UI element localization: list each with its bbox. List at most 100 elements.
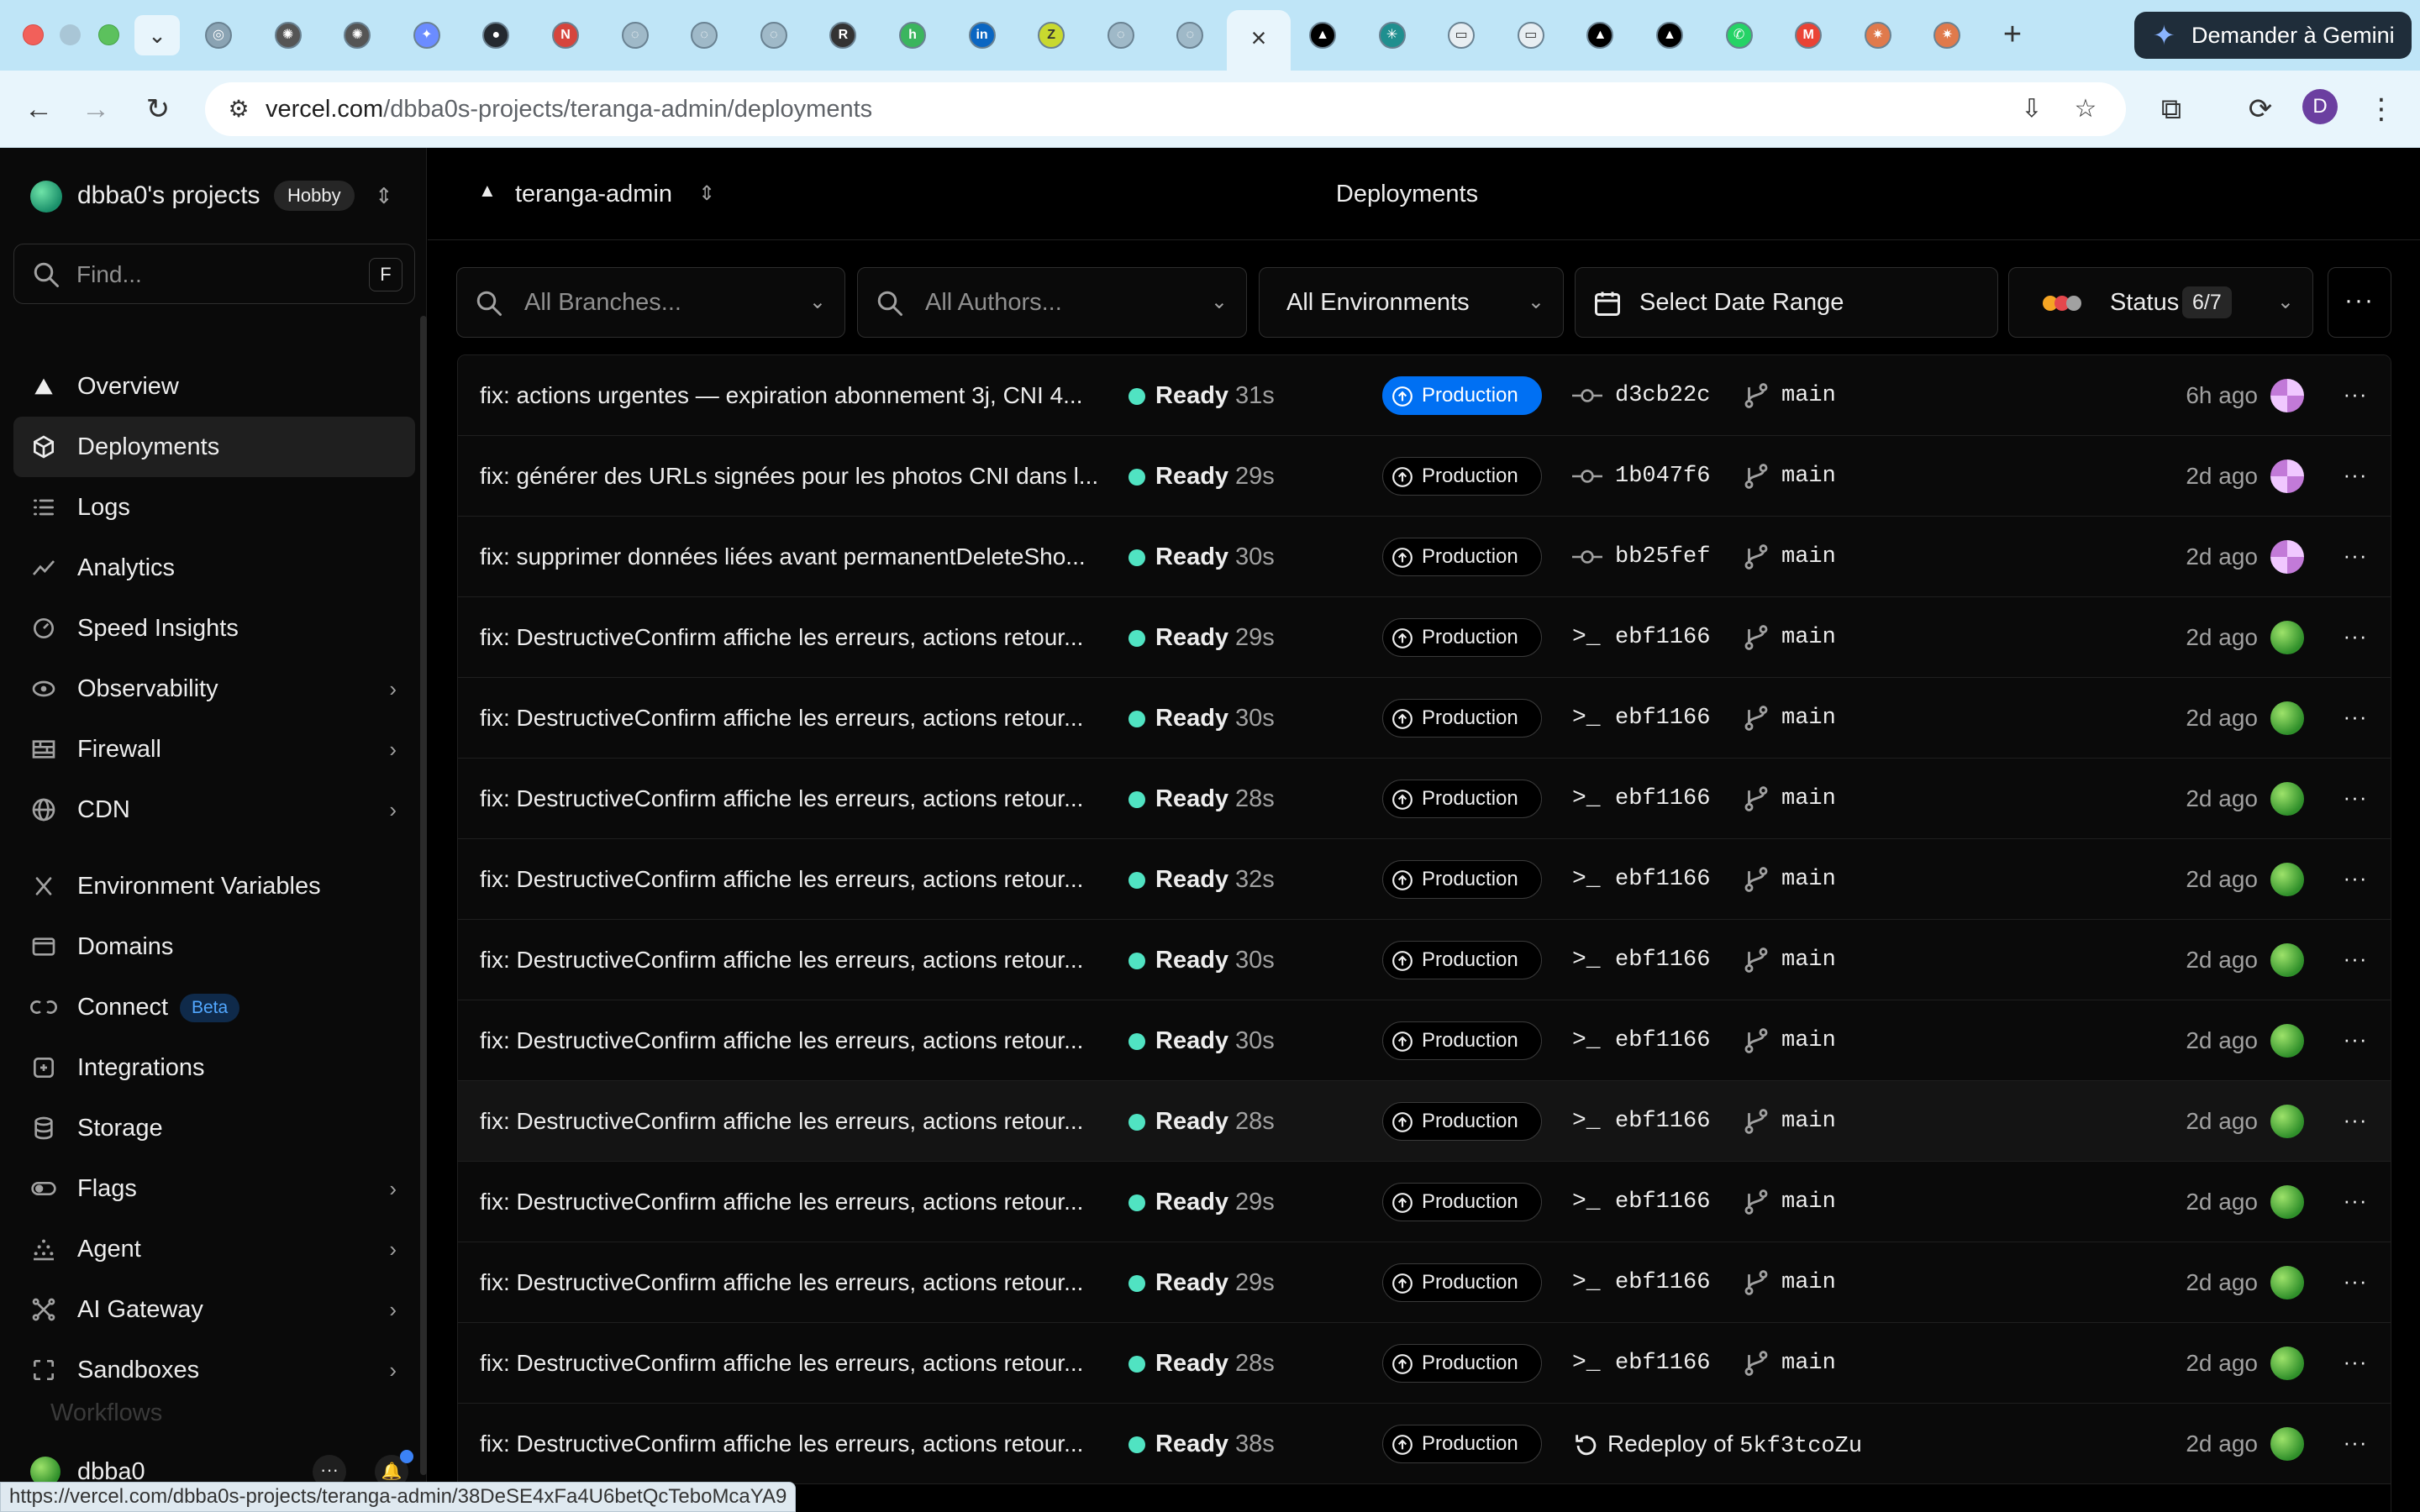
author-avatar[interactable] xyxy=(2270,782,2304,816)
tab-z-icon[interactable]: Z xyxy=(1038,22,1065,49)
team-switcher[interactable]: dbba0's projects Hobby ⇕ xyxy=(30,173,408,218)
sidebar-scrollbar[interactable] xyxy=(420,316,427,1475)
active-tab-close-icon[interactable]: × xyxy=(1227,10,1291,71)
author-avatar[interactable] xyxy=(2270,1185,2304,1219)
branch-name[interactable]: main xyxy=(1781,839,1836,920)
commit-sha[interactable]: ebf1166 xyxy=(1615,920,1710,1000)
tab-compass-icon[interactable]: ◌ xyxy=(1107,22,1134,49)
install-app-icon[interactable]: ⇩ xyxy=(2012,89,2052,129)
sidebar-item-storage[interactable]: Storage xyxy=(13,1098,415,1158)
address-bar[interactable]: ⚙ vercel.com/dbba0s-projects/teranga-adm… xyxy=(205,82,2126,136)
tab-h-icon[interactable]: h xyxy=(899,22,926,49)
tab-whatsapp-icon[interactable]: ✆ xyxy=(1725,22,1753,49)
tab-doc-icon[interactable]: ▭ xyxy=(1517,22,1544,49)
close-window-button[interactable] xyxy=(23,24,44,45)
tab-search-chevron-icon[interactable]: ⌄ xyxy=(134,15,180,55)
tab-r-icon[interactable]: R xyxy=(829,22,857,49)
row-more-icon[interactable]: ··· xyxy=(2337,700,2374,737)
commit-sha[interactable]: ebf1166 xyxy=(1615,839,1710,920)
tab-vercel-icon[interactable]: ▲ xyxy=(1586,22,1614,49)
deployment-row[interactable]: fix: DestructiveConfirm affiche les erre… xyxy=(458,1162,2391,1242)
project-switch-chevron-icon[interactable]: ⇕ xyxy=(698,148,715,240)
deployment-message[interactable]: fix: DestructiveConfirm affiche les erre… xyxy=(480,1404,1102,1484)
commit-sha[interactable]: ebf1166 xyxy=(1615,1162,1710,1242)
commit-sha[interactable]: ebf1166 xyxy=(1615,1323,1710,1404)
environment-filter[interactable]: All Environments ⌄ xyxy=(1259,267,1564,338)
branch-name[interactable]: main xyxy=(1781,436,1836,517)
tab-gmail-icon[interactable]: M xyxy=(1795,22,1823,49)
tab-n-icon[interactable]: N xyxy=(552,22,579,49)
sidebar-item-cdn[interactable]: CDN › xyxy=(13,780,415,840)
tab-linkedin-icon[interactable]: in xyxy=(968,22,996,49)
environment-badge[interactable]: Production xyxy=(1382,1183,1542,1221)
row-more-icon[interactable]: ··· xyxy=(2337,458,2374,495)
maximize-window-button[interactable] xyxy=(98,24,119,45)
deployment-message[interactable]: fix: DestructiveConfirm affiche les erre… xyxy=(480,920,1102,1000)
environment-badge[interactable]: Production xyxy=(1382,780,1542,818)
deployment-row[interactable]: fix: générer des URLs signées pour les p… xyxy=(458,436,2391,517)
more-options-button[interactable]: ··· xyxy=(2328,267,2391,338)
environment-badge[interactable]: Production xyxy=(1382,941,1542,979)
deployment-row[interactable]: fix: DestructiveConfirm affiche les erre… xyxy=(458,1242,2391,1323)
sidebar-item-agent[interactable]: Agent › xyxy=(13,1219,415,1279)
branches-filter[interactable]: All Branches... ⌄ xyxy=(456,267,845,338)
branch-name[interactable]: main xyxy=(1781,597,1836,678)
environment-badge[interactable]: Production xyxy=(1382,1021,1542,1060)
author-avatar[interactable] xyxy=(2270,1347,2304,1380)
deployment-row[interactable]: fix: supprimer données liées avant perma… xyxy=(458,517,2391,597)
environment-badge[interactable]: Production xyxy=(1382,376,1542,415)
row-more-icon[interactable]: ··· xyxy=(2337,1022,2374,1059)
deployment-message[interactable]: fix: générer des URLs signées pour les p… xyxy=(480,436,1102,517)
deployment-row[interactable]: fix: DestructiveConfirm affiche les erre… xyxy=(458,839,2391,920)
tab-claude-icon[interactable]: ✷ xyxy=(1933,22,1961,49)
deployment-row[interactable]: fix: DestructiveConfirm affiche les erre… xyxy=(458,1404,2391,1484)
minimize-window-button[interactable] xyxy=(60,24,81,45)
sidebar-item-ai-gateway[interactable]: AI Gateway › xyxy=(13,1279,415,1340)
environment-badge[interactable]: Production xyxy=(1382,618,1542,657)
project-name[interactable]: teranga-admin xyxy=(515,148,672,240)
sidebar-item-firewall[interactable]: Firewall › xyxy=(13,719,415,780)
tab-doc-icon[interactable]: ▭ xyxy=(1448,22,1476,49)
chevron-updown-icon[interactable]: ⇕ xyxy=(375,173,393,218)
deployment-row[interactable]: fix: DestructiveConfirm affiche les erre… xyxy=(458,678,2391,759)
row-more-icon[interactable]: ··· xyxy=(2337,1184,2374,1221)
tab-perplexity-icon[interactable]: ✳ xyxy=(1378,22,1406,49)
author-avatar[interactable] xyxy=(2270,621,2304,654)
deployment-message[interactable]: fix: DestructiveConfirm affiche les erre… xyxy=(480,1323,1102,1404)
row-more-icon[interactable]: ··· xyxy=(2337,861,2374,898)
deployment-message[interactable]: fix: actions urgentes — expiration abonn… xyxy=(480,355,1102,436)
row-more-icon[interactable]: ··· xyxy=(2337,1425,2374,1462)
environment-badge[interactable]: Production xyxy=(1382,1263,1542,1302)
deployment-row[interactable]: fix: DestructiveConfirm affiche les erre… xyxy=(458,1081,2391,1162)
author-avatar[interactable] xyxy=(2270,1024,2304,1058)
row-more-icon[interactable]: ··· xyxy=(2337,780,2374,817)
address-url[interactable]: vercel.com/dbba0s-projects/teranga-admin… xyxy=(266,82,872,136)
back-arrow-icon[interactable]: ← xyxy=(18,89,59,129)
sidebar-item-sandboxes[interactable]: Sandboxes › xyxy=(13,1340,415,1400)
environment-badge[interactable]: Production xyxy=(1382,699,1542,738)
sync-icon[interactable]: ⟳ xyxy=(2240,89,2281,129)
author-avatar[interactable] xyxy=(2270,540,2304,574)
sidebar-item-environment-variables[interactable]: Environment Variables xyxy=(13,856,415,916)
tab-github-icon[interactable]: ● xyxy=(482,22,510,49)
profile-avatar[interactable]: D xyxy=(2302,89,2338,124)
sidebar-item-connect[interactable]: Connect Beta xyxy=(13,977,415,1037)
branch-name[interactable]: main xyxy=(1781,1000,1836,1081)
environment-badge[interactable]: Production xyxy=(1382,457,1542,496)
row-more-icon[interactable]: ··· xyxy=(2337,538,2374,575)
commit-sha[interactable]: bb25fef xyxy=(1615,517,1710,597)
deployment-row[interactable]: fix: DestructiveConfirm affiche les erre… xyxy=(458,1000,2391,1081)
deployment-message[interactable]: fix: DestructiveConfirm affiche les erre… xyxy=(480,678,1102,759)
sidebar-item-analytics[interactable]: Analytics xyxy=(13,538,415,598)
deployment-row[interactable]: fix: DestructiveConfirm affiche les erre… xyxy=(458,759,2391,839)
deployment-message[interactable]: fix: supprimer données liées avant perma… xyxy=(480,517,1102,597)
tab-ai-icon[interactable]: ✺ xyxy=(344,22,371,49)
deployment-message[interactable]: fix: DestructiveConfirm affiche les erre… xyxy=(480,597,1102,678)
deployment-row[interactable]: fix: actions urgentes — expiration abonn… xyxy=(458,355,2391,436)
chrome-menu-icon[interactable]: ⋮ xyxy=(2361,89,2402,129)
find-input[interactable] xyxy=(76,256,354,293)
environment-badge[interactable]: Production xyxy=(1382,1425,1542,1463)
branch-name[interactable]: main xyxy=(1781,355,1836,436)
deployment-message[interactable]: fix: DestructiveConfirm affiche les erre… xyxy=(480,759,1102,839)
author-avatar[interactable] xyxy=(2270,1266,2304,1299)
